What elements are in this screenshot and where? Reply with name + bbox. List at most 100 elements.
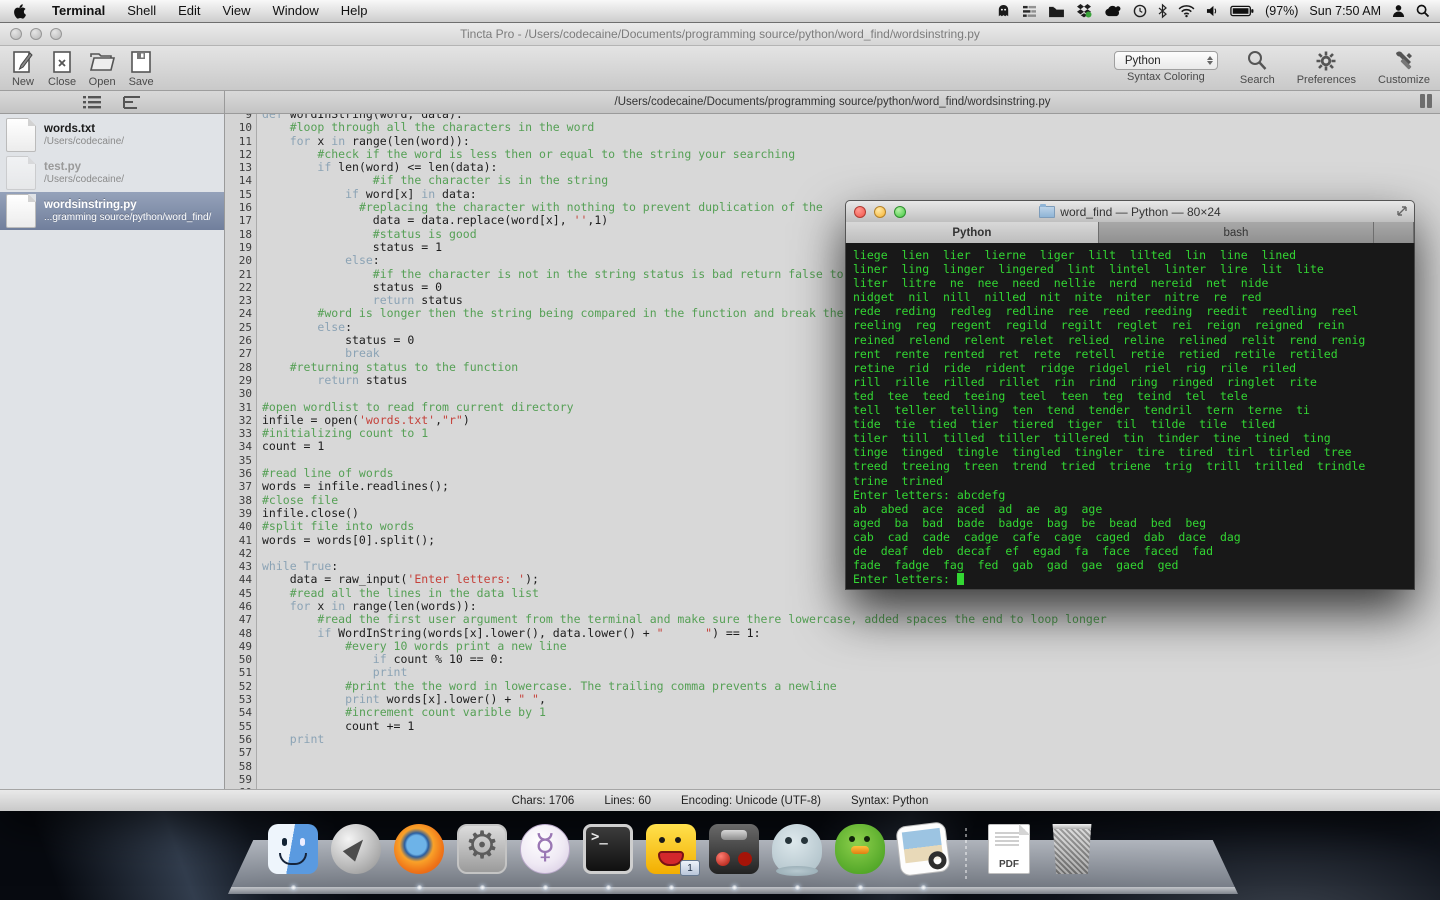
terminal-line: rill rille rilled rillet rin rind ring r…: [853, 374, 1317, 389]
tab-bash[interactable]: bash: [1098, 222, 1375, 243]
running-indicator: [921, 885, 926, 890]
time-machine-icon[interactable]: [1133, 4, 1147, 18]
menu-shell[interactable]: Shell: [116, 3, 167, 18]
line-number: 53: [225, 693, 257, 707]
tab-python[interactable]: Python: [846, 222, 1099, 243]
line-number: 30: [225, 387, 257, 401]
dock-badge: 1: [680, 860, 700, 876]
window-title: Tincta Pro - /Users/codecaine/Documents/…: [460, 26, 980, 41]
terminal-titlebar[interactable]: word_find — Python — 80×24: [845, 200, 1415, 222]
file-path: /Users/codecaine/: [44, 173, 125, 185]
dock-icon-label: PDF: [999, 859, 1019, 870]
line-number: 51: [225, 666, 257, 680]
gear-icon: [1316, 51, 1336, 71]
line-number: 37: [225, 480, 257, 494]
fast-user-switching-icon[interactable]: [1392, 4, 1405, 18]
preview-icon: [895, 821, 951, 877]
menu-bar: Terminal Shell Edit View Window Help (97%) Su…: [0, 0, 1440, 23]
dock-item-pdf-document[interactable]: PDF: [984, 824, 1034, 874]
running-indicator: [480, 885, 485, 890]
istat-rows-icon[interactable]: [1022, 5, 1037, 18]
sidebar-file-words.txt[interactable]: words.txt/Users/codecaine/: [0, 116, 224, 154]
ghost-app-icon[interactable]: [996, 4, 1011, 19]
terminal-line: trine trined: [853, 473, 944, 488]
dock-item-finder[interactable]: [268, 824, 318, 890]
running-indicator: [417, 885, 422, 890]
tab-stub[interactable]: [1374, 222, 1414, 243]
menu-view[interactable]: View: [212, 3, 262, 18]
cyberduck-icon: [835, 824, 885, 874]
finder-icon: [268, 824, 318, 874]
save-button[interactable]: Save: [128, 49, 154, 88]
menu-edit[interactable]: Edit: [167, 3, 211, 18]
dock-separator: [961, 824, 971, 882]
line-number: 21: [225, 267, 257, 281]
code-line-52: 52 #print the the word in lowercase. The…: [225, 679, 1440, 694]
code-line-49: 49 #every 10 words print a new line: [225, 639, 1440, 654]
terminal-line: ted tee teed teeing teel teen teg teind …: [853, 388, 1248, 403]
bluetooth-icon[interactable]: [1158, 3, 1168, 19]
line-number: 47: [225, 613, 257, 627]
dock-item-firefox[interactable]: [394, 824, 444, 890]
close-button[interactable]: Close: [48, 49, 76, 88]
line-number: 39: [225, 506, 257, 521]
syntax-coloring-select[interactable]: Python: [1113, 51, 1218, 70]
new-button[interactable]: New: [10, 49, 36, 88]
menu-window[interactable]: Window: [262, 3, 330, 18]
code-line-56: 56 print: [225, 732, 1440, 747]
spotlight-icon[interactable]: [1416, 4, 1430, 18]
dock-item-yahoo-messenger[interactable]: 1: [646, 824, 700, 890]
terminal-line: liter litre ne nee need nellie nerd nere…: [853, 276, 1269, 291]
dropbox-icon[interactable]: [1076, 4, 1092, 18]
stepper-arrows-icon: [1206, 56, 1213, 65]
dock-item-cyberduck[interactable]: [835, 824, 885, 890]
terminal-screen[interactable]: liege lien lier lierne liger lilt lilted…: [845, 243, 1415, 590]
dock-item-octopus[interactable]: [772, 824, 822, 890]
list-view-icon[interactable]: [83, 95, 101, 109]
open-button[interactable]: Open: [88, 49, 116, 88]
dock-item-terminal[interactable]: [583, 824, 633, 890]
sidebar-file-test.py[interactable]: test.py/Users/codecaine/: [0, 154, 224, 192]
code-line-54: 54 #increment count varible by 1: [225, 706, 1440, 720]
line-number: 32: [225, 413, 257, 428]
menu-status-area: (97%) Sun 7:50 AM: [996, 3, 1440, 19]
folder-menu-icon[interactable]: [1048, 5, 1065, 18]
menu-terminal[interactable]: Terminal: [41, 3, 116, 18]
line-number: 19: [225, 240, 257, 255]
menu-clock[interactable]: Sun 7:50 AM: [1309, 4, 1381, 18]
line-number: 49: [225, 639, 257, 654]
customize-button[interactable]: Customize: [1378, 49, 1430, 86]
outline-view-icon[interactable]: [123, 95, 141, 109]
cloud-icon[interactable]: [1103, 5, 1122, 17]
battery-icon[interactable]: [1230, 5, 1254, 17]
line-number: 35: [225, 453, 257, 468]
tincta-titlebar[interactable]: Tincta Pro - /Users/codecaine/Documents/…: [0, 22, 1440, 46]
apple-menu-icon[interactable]: [12, 3, 27, 20]
menu-help[interactable]: Help: [330, 3, 379, 18]
dock-item-mercury[interactable]: [520, 824, 570, 890]
dock-item-binoculars[interactable]: [709, 824, 759, 890]
preferences-button[interactable]: Preferences: [1297, 49, 1356, 86]
wifi-icon[interactable]: [1178, 5, 1195, 18]
search-button[interactable]: Search: [1240, 49, 1275, 86]
line-number: 29: [225, 373, 257, 388]
save-floppy-icon: [131, 51, 151, 73]
terminal-line: tell teller telling ten tend tender tend…: [853, 403, 1310, 418]
sidebar-file-wordsinstring.py[interactable]: wordsinstring.py ...gramming source/pytho…: [0, 192, 224, 230]
dock-item-launchpad[interactable]: [331, 824, 381, 874]
proxy-folder-icon[interactable]: [1039, 203, 1056, 218]
open-folder-icon: [90, 53, 116, 71]
running-indicator: [606, 885, 611, 890]
panes-toggle-icon[interactable]: [1420, 94, 1432, 108]
line-number: 12: [225, 147, 257, 162]
terminal-icon: [583, 824, 633, 874]
dock-item-preview[interactable]: [895, 821, 951, 890]
dock-item-system-preferences[interactable]: [457, 823, 507, 890]
status-item: Encoding: Unicode (UTF-8): [681, 794, 821, 807]
dock-item-trash[interactable]: [1047, 824, 1097, 874]
terminal-line: cab cad cade cadge cafe cage caged dab d…: [853, 529, 1241, 544]
resize-icon[interactable]: [1396, 205, 1408, 217]
running-indicator: [291, 885, 296, 890]
volume-icon[interactable]: [1206, 5, 1219, 17]
battery-percent: (97%): [1265, 4, 1299, 18]
